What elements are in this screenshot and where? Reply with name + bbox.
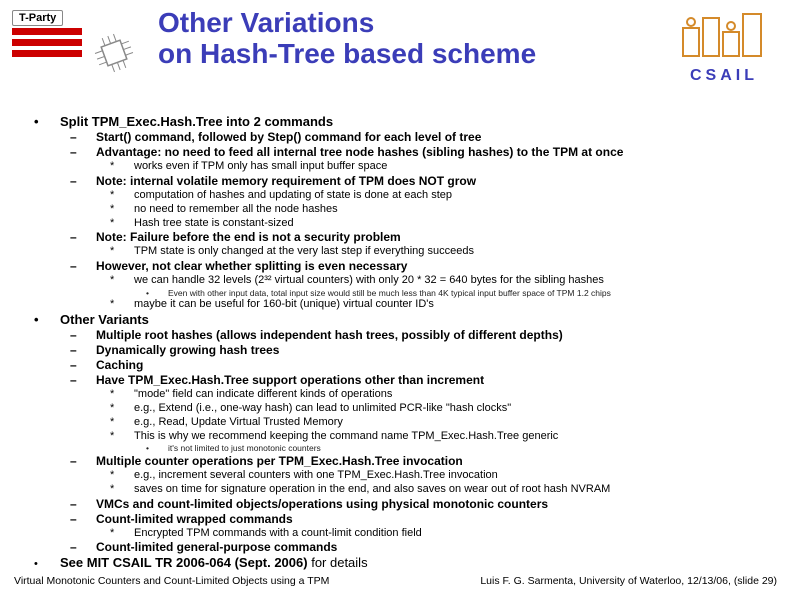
slide-header: T-Party Other Variations on Hash-Tree ba…	[0, 0, 791, 114]
bullet-extend: *e.g., Extend (i.e., one-way hash) can l…	[122, 402, 761, 416]
bullet-support-other: –Have TPM_Exec.Hash.Tree support operati…	[84, 373, 761, 388]
chip-icon	[92, 31, 136, 75]
bullet-comp-step: *computation of hashes and updating of s…	[122, 189, 761, 203]
bullet-advantage: –Advantage: no need to feed all internal…	[84, 145, 761, 160]
csail-logo: CSAIL	[669, 8, 779, 85]
bullet-32-levels: *we can handle 32 levels (2³² virtual co…	[122, 274, 761, 288]
bullet-160bit: *maybe it can be useful for 160-bit (uni…	[122, 298, 761, 312]
footer-left: Virtual Monotonic Counters and Count-Lim…	[14, 575, 329, 587]
title-line-2: on Hash-Tree based scheme	[158, 38, 536, 69]
csail-text: CSAIL	[669, 67, 779, 85]
bullet-general-purpose: –Count-limited general-purpose commands	[84, 540, 761, 555]
bullet-see-tr: •See MIT CSAIL TR 2006-064 (Sept. 2006) …	[48, 555, 761, 572]
bullet-wrapped: –Count-limited wrapped commands	[84, 512, 761, 527]
bullet-however: –However, not clear whether splitting is…	[84, 259, 761, 274]
slide-title: Other Variations on Hash-Tree based sche…	[152, 8, 669, 70]
bullet-encrypted: *Encrypted TPM commands with a count-lim…	[122, 527, 761, 541]
bullet-no-remember: *no need to remember all the node hashes	[122, 203, 761, 217]
bullet-generic: *This is why we recommend keeping the co…	[122, 430, 761, 444]
footer-right: Luis F. G. Sarmenta, University of Water…	[480, 575, 777, 587]
bullet-constant-size: *Hash tree state is constant-sized	[122, 217, 761, 231]
bullet-caching: –Caching	[84, 358, 761, 373]
slide-footer: Virtual Monotonic Counters and Count-Lim…	[0, 575, 791, 587]
bullet-increment-several: *e.g., increment several counters with o…	[122, 469, 761, 483]
bullet-split: •Split TPM_Exec.Hash.Tree into 2 command…	[48, 114, 761, 130]
bullet-start-step: –Start() command, followed by Step() com…	[84, 130, 761, 145]
tparty-label: T-Party	[12, 10, 63, 26]
bullet-not-limited: •it's not limited to just monotonic coun…	[156, 443, 761, 454]
bullet-read-update: *e.g., Read, Update Virtual Trusted Memo…	[122, 416, 761, 430]
bullet-buffer: *works even if TPM only has small input …	[122, 160, 761, 174]
bullet-last-step: *TPM state is only changed at the very l…	[122, 245, 761, 259]
title-line-1: Other Variations	[158, 7, 374, 38]
bullet-saves-time: *saves on time for signature operation i…	[122, 483, 761, 497]
bullet-dyn-grow: –Dynamically growing hash trees	[84, 343, 761, 358]
bullet-failure: –Note: Failure before the end is not a s…	[84, 230, 761, 245]
bullet-other-variants: •Other Variants	[48, 312, 761, 328]
slide-content: •Split TPM_Exec.Hash.Tree into 2 command…	[0, 114, 791, 572]
bullet-multi-root: –Multiple root hashes (allows independen…	[84, 328, 761, 343]
bullet-vmcs: –VMCs and count-limited objects/operatio…	[84, 497, 761, 512]
bullet-mode-field: *"mode" field can indicate different kin…	[122, 388, 761, 402]
bullet-input-data: •Even with other input data, total input…	[156, 288, 761, 299]
skyline-icon	[679, 8, 769, 60]
bullet-multi-counter: –Multiple counter operations per TPM_Exe…	[84, 454, 761, 469]
tparty-logo: T-Party	[12, 8, 152, 110]
bullet-memory: –Note: internal volatile memory requirem…	[84, 174, 761, 189]
